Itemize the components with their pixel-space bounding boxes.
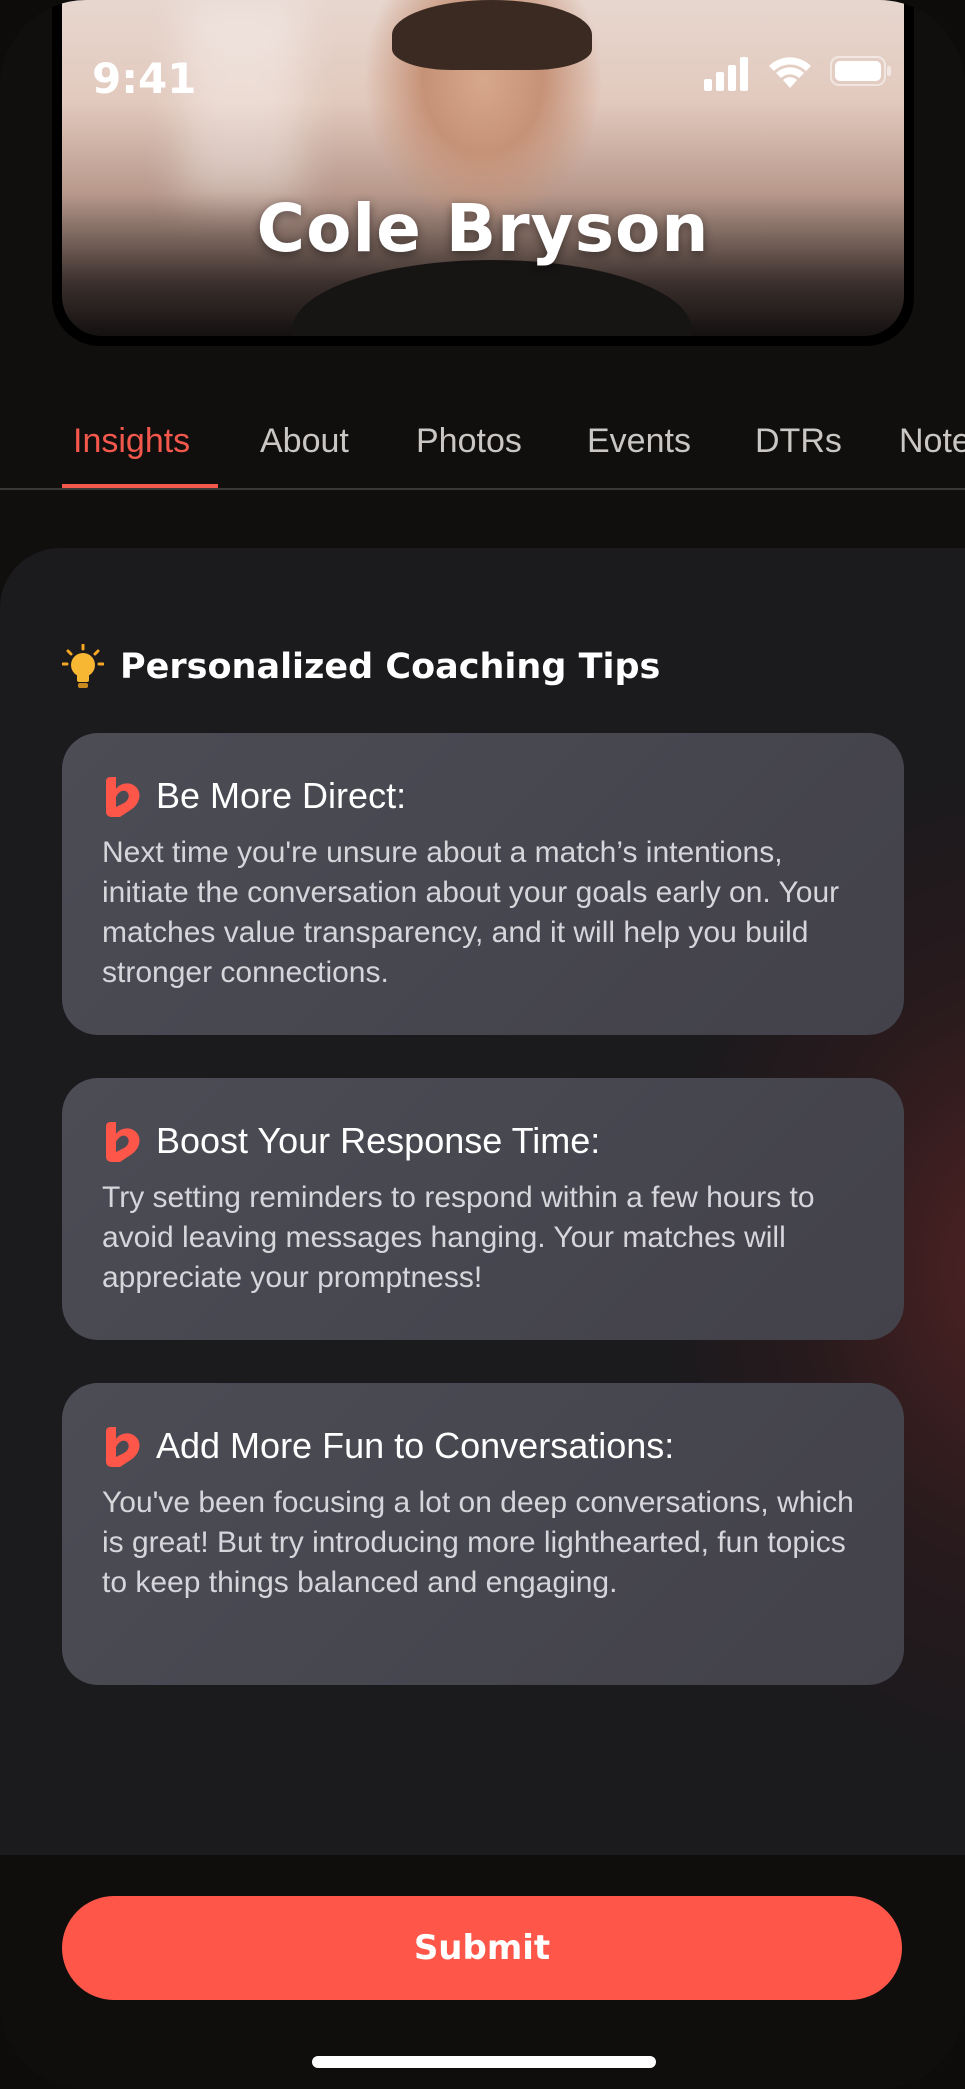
brand-heart-logo-icon (106, 1122, 140, 1162)
tip-card: Add More Fun to Conversations: You've be… (62, 1383, 904, 1685)
tab-insights[interactable]: Insights (73, 422, 190, 461)
tip-card: Boost Your Response Time: Try setting re… (62, 1078, 904, 1340)
tip-title: Boost Your Response Time: (156, 1120, 601, 1162)
tip-title: Add More Fun to Conversations: (156, 1425, 675, 1467)
tip-title: Be More Direct: (156, 775, 407, 817)
home-indicator (312, 2056, 656, 2068)
status-time: 9:41 (92, 54, 197, 103)
brand-heart-logo-icon (106, 777, 140, 817)
tip-body: Try setting reminders to respond within … (102, 1181, 815, 1294)
wifi-icon (769, 57, 811, 88)
active-tab-indicator (62, 484, 218, 488)
tab-events[interactable]: Events (587, 422, 691, 461)
tab-notes[interactable]: Notes (899, 422, 965, 461)
tip-body: You've been focusing a lot on deep conve… (102, 1486, 854, 1599)
brand-heart-logo-icon (106, 1427, 140, 1467)
phone-screen: Cole Bryson 9:41 Insights About Photos E… (0, 0, 965, 2089)
tab-about[interactable]: About (260, 422, 349, 461)
tip-card: Be More Direct: Next time you're unsure … (62, 733, 904, 1035)
section-title: Personalized Coaching Tips (120, 647, 661, 687)
submit-button[interactable]: Submit (62, 1896, 902, 2000)
tab-dtrs[interactable]: DTRs (755, 422, 842, 461)
status-bar: 9:41 (0, 0, 965, 150)
profile-tabs: Insights About Photos Events DTRs Notes (0, 400, 965, 490)
coaching-tips-heading: Personalized Coaching Tips (62, 644, 660, 690)
tab-photos[interactable]: Photos (416, 422, 522, 461)
battery-icon (830, 56, 891, 86)
cellular-signal-icon (704, 57, 748, 91)
lightbulb-icon (62, 644, 104, 688)
tip-body: Next time you're unsure about a match’s … (102, 836, 840, 989)
profile-name: Cole Bryson (256, 190, 710, 267)
insights-panel: Personalized Coaching Tips Be More Direc… (0, 548, 965, 1858)
